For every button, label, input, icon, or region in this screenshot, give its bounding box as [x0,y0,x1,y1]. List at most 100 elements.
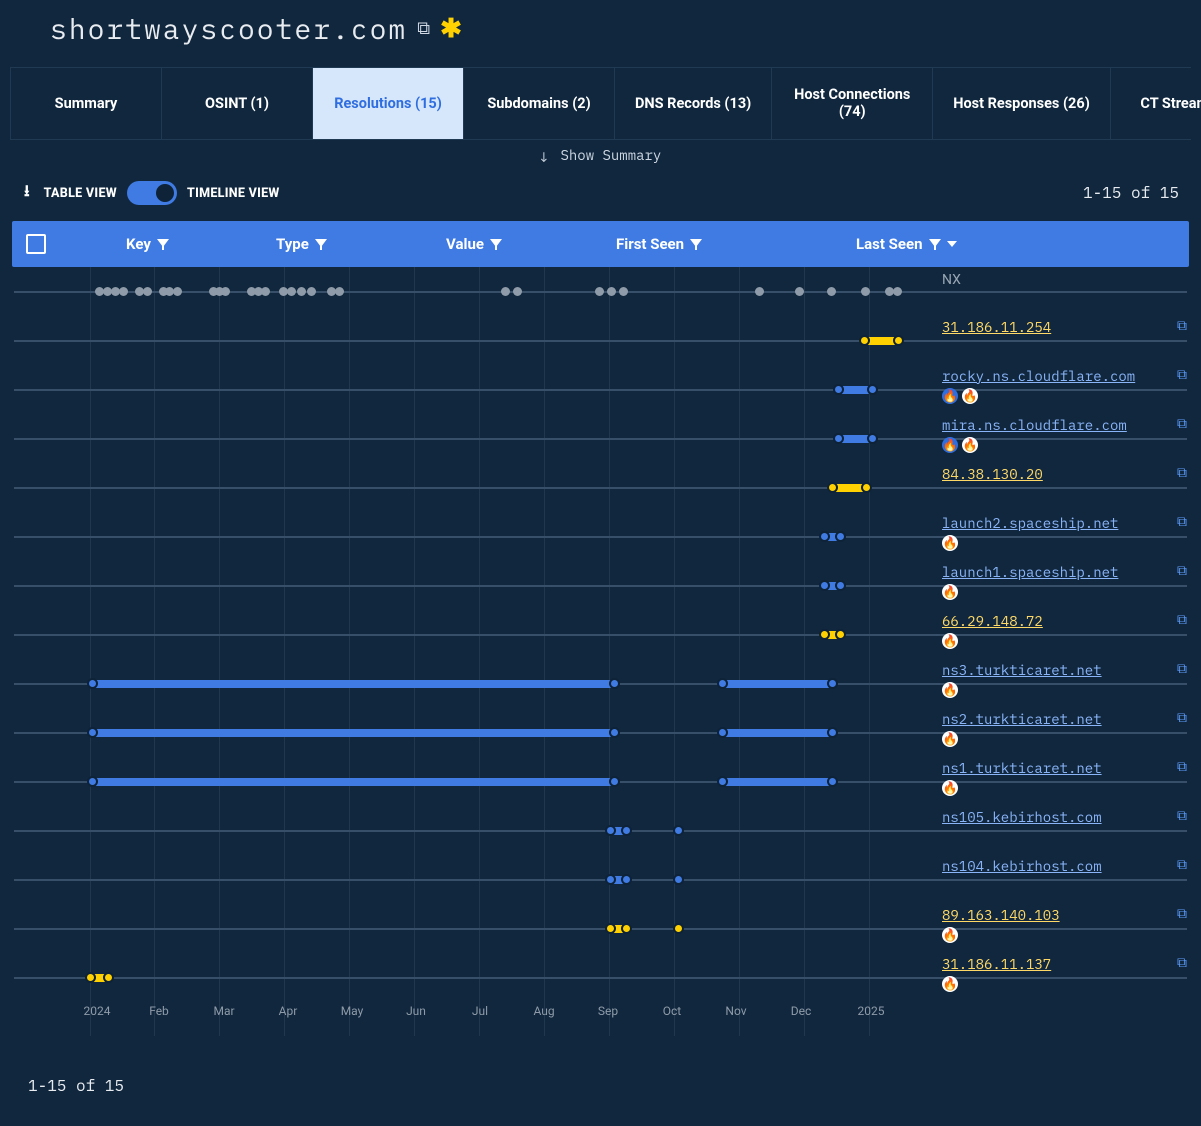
row-value-link[interactable]: 84.38.130.20 [942,465,1043,483]
datapoint[interactable] [893,335,904,346]
copy-icon[interactable]: ⧉ [1177,661,1187,677]
datapoint[interactable] [87,727,98,738]
copy-icon[interactable]: ⧉ [1177,465,1187,481]
copy-icon[interactable]: ⧉ [1177,318,1187,334]
select-all-checkbox[interactable] [26,234,46,254]
datapoint[interactable] [513,287,522,296]
datapoint[interactable] [835,531,846,542]
datapoint[interactable] [85,972,96,983]
copy-icon[interactable]: ⧉ [1177,612,1187,628]
datapoint[interactable] [819,629,830,640]
copy-icon[interactable]: ⧉ [1177,955,1187,971]
datapoint[interactable] [119,287,128,296]
timeline-row[interactable]: 66.29.148.72🔥⧉ [12,610,1189,659]
row-value-link[interactable]: ns104.kebirhost.com [942,857,1102,875]
copy-icon[interactable]: ⧉ [1177,857,1187,873]
col-type[interactable]: Type [276,235,446,253]
fire-icon[interactable]: 🔥 [942,535,958,551]
col-last-seen[interactable]: Last Seen [856,235,1056,253]
fire-icon[interactable]: 🔥 [942,927,958,943]
timeline-row[interactable]: 31.186.11.137🔥⧉ [12,953,1189,1002]
datapoint[interactable] [861,482,872,493]
datapoint[interactable] [819,580,830,591]
copy-icon[interactable]: ⧉ [1177,906,1187,922]
copy-icon[interactable]: ⧉ [1177,759,1187,775]
row-value-link[interactable]: ns2.turkticaret.net [942,710,1102,728]
copy-icon[interactable]: ⧉ [1177,514,1187,530]
datapoint[interactable] [287,287,296,296]
timeline-row[interactable]: 84.38.130.20 ⧉ [12,463,1189,512]
fire-icon[interactable]: 🔥 [962,388,978,404]
datapoint[interactable] [173,287,182,296]
table-view-label[interactable]: TABLE VIEW [44,186,117,201]
datapoint[interactable] [835,629,846,640]
fire-icon[interactable]: 🔥 [942,584,958,600]
datapoint[interactable] [827,776,838,787]
row-value-link[interactable]: launch2.spaceship.net [942,514,1118,532]
datapoint[interactable] [297,287,306,296]
fire-icon[interactable]: 🔥 [942,682,958,698]
row-value-link[interactable]: mira.ns.cloudflare.com [942,416,1127,434]
datapoint[interactable] [717,776,728,787]
datapoint[interactable] [835,580,846,591]
datapoint[interactable] [619,287,628,296]
timeline-row[interactable]: NX [12,267,1189,316]
tab-2[interactable]: Resolutions (15) [313,68,464,139]
fire-icon[interactable]: 🔥 [942,780,958,796]
view-toggle[interactable] [127,181,177,205]
datapoint[interactable] [673,923,684,934]
datapoint[interactable] [673,874,684,885]
datapoint[interactable] [827,482,838,493]
row-value-link[interactable]: ns1.turkticaret.net [942,759,1102,777]
datapoint[interactable] [833,384,844,395]
datapoint[interactable] [621,923,632,934]
datapoint[interactable] [609,776,620,787]
row-value-link[interactable]: 66.29.148.72 [942,612,1043,630]
timeline-row[interactable]: ns104.kebirhost.com ⧉ [12,855,1189,904]
datapoint[interactable] [605,923,616,934]
datapoint[interactable] [103,972,114,983]
datapoint[interactable] [595,287,604,296]
datapoint[interactable] [867,433,878,444]
datapoint[interactable] [501,287,510,296]
timeline-row[interactable]: launch2.spaceship.net 🔥 ⧉ [12,512,1189,561]
copy-icon[interactable]: ⧉ [1177,808,1187,824]
tab-6[interactable]: Host Responses (26) [933,68,1111,139]
copy-icon[interactable]: ⧉ [1177,710,1187,726]
tab-0[interactable]: Summary [10,68,162,139]
row-value-link[interactable]: rocky.ns.cloudflare.com [942,367,1135,385]
datapoint[interactable] [833,433,844,444]
copy-icon[interactable]: ⧉ [417,18,430,39]
row-value-link[interactable]: launch1.spaceship.net [942,563,1118,581]
datapoint[interactable] [859,335,870,346]
timeline-row[interactable]: ns105.kebirhost.com⧉ [12,806,1189,855]
datapoint[interactable] [819,531,830,542]
copy-icon[interactable]: ⧉ [1177,563,1187,579]
datapoint[interactable] [143,287,152,296]
datapoint[interactable] [307,287,316,296]
datapoint[interactable] [795,287,804,296]
datapoint[interactable] [335,287,344,296]
timeline-view-label[interactable]: TIMELINE VIEW [187,186,280,201]
timeline-row[interactable]: ns1.turkticaret.net 🔥 ⧉ [12,757,1189,806]
tab-1[interactable]: OSINT (1) [162,68,313,139]
datapoint[interactable] [609,678,620,689]
datapoint[interactable] [827,678,838,689]
timeline-row[interactable]: launch1.spaceship.net 🔥 ⧉ [12,561,1189,610]
datapoint[interactable] [827,287,836,296]
show-summary-toggle[interactable]: ↓ Show Summary [10,140,1191,170]
datapoint[interactable] [261,287,270,296]
timeline-row[interactable]: ns3.turkticaret.net🔥⧉ [12,659,1189,708]
copy-icon[interactable]: ⧉ [1177,416,1187,432]
timeline-row[interactable]: mira.ns.cloudflare.com🔥🔥⧉ [12,414,1189,463]
row-value-link[interactable]: 31.186.11.137 [942,955,1051,973]
datapoint[interactable] [609,727,620,738]
tab-5[interactable]: Host Connections(74) [772,68,933,139]
timeline-row[interactable]: rocky.ns.cloudflare.com🔥🔥⧉ [12,365,1189,414]
tab-3[interactable]: Subdomains (2) [464,68,615,139]
datapoint[interactable] [827,727,838,738]
fire-icon[interactable]: 🔥 [942,388,958,404]
datapoint[interactable] [605,825,616,836]
fire-icon[interactable]: 🔥 [942,731,958,747]
col-first-seen[interactable]: First Seen [616,235,856,253]
